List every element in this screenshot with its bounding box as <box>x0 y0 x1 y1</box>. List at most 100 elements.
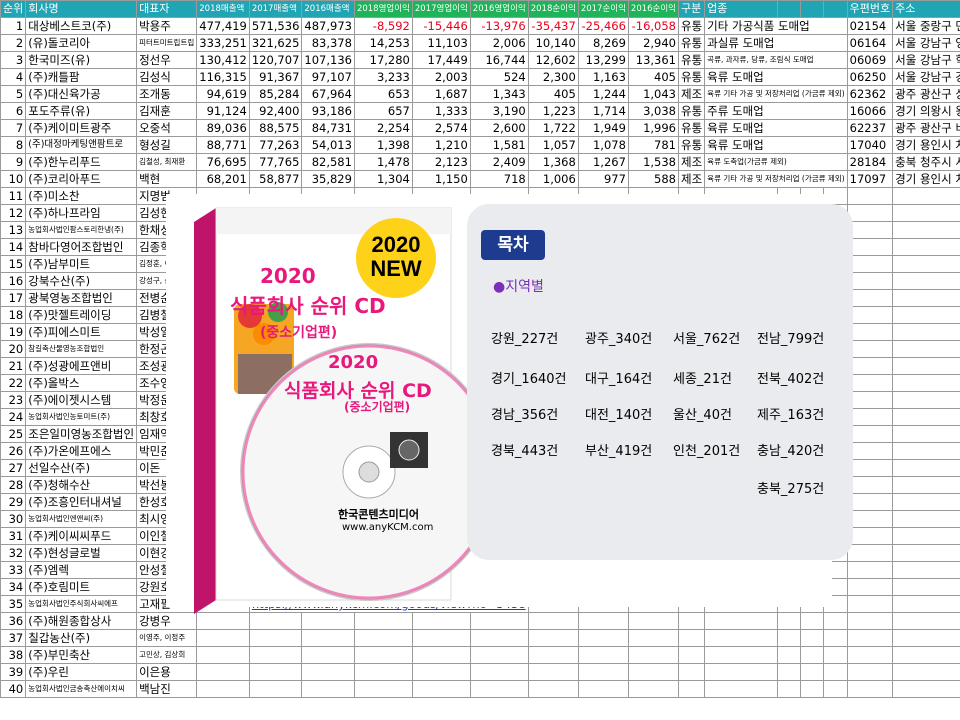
cell-empty[interactable] <box>301 663 355 681</box>
cell-empty[interactable] <box>846 408 894 426</box>
cell-rank[interactable]: 31 <box>0 527 27 545</box>
cell-empty[interactable] <box>892 323 960 341</box>
cell-name[interactable]: (주)청해수산 <box>25 476 138 494</box>
cell-empty[interactable] <box>301 646 355 664</box>
cell-rank[interactable]: 7 <box>0 119 27 137</box>
column-header[interactable]: 대표자 <box>136 0 198 18</box>
cell-rank[interactable]: 8 <box>0 136 27 154</box>
cell-rank[interactable]: 15 <box>0 255 27 273</box>
cell-ceo[interactable]: 정선우 <box>136 51 198 69</box>
cell-empty[interactable] <box>846 663 894 681</box>
cell-empty[interactable] <box>892 272 960 290</box>
cell-n16[interactable]: 1,538 <box>627 153 680 171</box>
cell-empty[interactable] <box>577 663 629 681</box>
cell-empty[interactable] <box>799 646 825 664</box>
cell-s17[interactable]: 77,263 <box>248 136 303 154</box>
cell-empty[interactable] <box>527 646 579 664</box>
cell-name[interactable]: (주)캐틀팜 <box>25 68 138 86</box>
cell-name[interactable]: (주)가온에프에스 <box>25 442 138 460</box>
cell-rank[interactable]: 5 <box>0 85 27 103</box>
cell-empty[interactable] <box>846 255 894 273</box>
cell-empty[interactable] <box>892 357 960 375</box>
cell-empty[interactable] <box>799 680 825 698</box>
cell-rank[interactable]: 17 <box>0 289 27 307</box>
cell-addr[interactable]: 서울 강남구 영 <box>892 34 960 52</box>
cell-empty[interactable] <box>846 629 894 647</box>
cell-empty[interactable] <box>411 646 471 664</box>
cell-name[interactable]: (주)코리아푸드 <box>25 170 138 188</box>
cell-rank[interactable]: 2 <box>0 34 27 52</box>
cell-s16[interactable]: 35,829 <box>301 170 355 188</box>
cell-empty[interactable] <box>196 663 250 681</box>
cell-empty[interactable] <box>627 663 680 681</box>
cell-ceo[interactable]: 고민상, 김상희 <box>136 646 198 664</box>
cell-addr[interactable]: 광주 광산구 비 <box>892 119 960 137</box>
cell-empty[interactable] <box>776 646 801 664</box>
cell-s18[interactable]: 88,771 <box>196 136 250 154</box>
cell-empty[interactable] <box>627 612 680 630</box>
cell-empty[interactable] <box>892 391 960 409</box>
cell-empty[interactable] <box>846 493 894 511</box>
cell-n16[interactable]: -16,058 <box>627 17 680 35</box>
cell-rank[interactable]: 33 <box>0 561 27 579</box>
cell-empty[interactable] <box>892 578 960 596</box>
cell-empty[interactable] <box>823 663 848 681</box>
cell-empty[interactable] <box>469 680 529 698</box>
cell-s17[interactable]: 58,877 <box>248 170 303 188</box>
cell-o16[interactable]: 2,409 <box>469 153 529 171</box>
cell-empty[interactable] <box>846 221 894 239</box>
cell-div[interactable]: 제조 <box>677 153 706 171</box>
cell-div[interactable]: 유통 <box>677 68 706 86</box>
cell-addr[interactable]: 경기 의왕시 왕 <box>892 102 960 120</box>
cell-s18[interactable]: 130,412 <box>196 51 250 69</box>
cell-o17[interactable]: 1,150 <box>411 170 471 188</box>
cell-s18[interactable]: 91,124 <box>196 102 250 120</box>
cell-empty[interactable] <box>799 612 825 630</box>
cell-o18[interactable]: -8,592 <box>353 17 413 35</box>
column-header[interactable]: 순위 <box>0 0 27 18</box>
cell-empty[interactable] <box>892 187 960 205</box>
cell-zip[interactable]: 17040 <box>846 136 894 154</box>
cell-div[interactable]: 유통 <box>677 136 706 154</box>
cell-ceo[interactable]: 박용주 <box>136 17 198 35</box>
cell-s18[interactable]: 477,419 <box>196 17 250 35</box>
cell-s16[interactable]: 67,964 <box>301 85 355 103</box>
cell-empty[interactable] <box>248 680 303 698</box>
cell-empty[interactable] <box>527 629 579 647</box>
cell-name[interactable]: (주)해원종합상사 <box>25 612 138 630</box>
cell-o16[interactable]: 16,744 <box>469 51 529 69</box>
cell-s18[interactable]: 94,619 <box>196 85 250 103</box>
cell-s16[interactable]: 83,378 <box>301 34 355 52</box>
cell-n17[interactable]: 1,267 <box>577 153 629 171</box>
cell-empty[interactable] <box>353 680 413 698</box>
cell-name[interactable]: (주)케이씨씨푸드 <box>25 527 138 545</box>
cell-s17[interactable]: 85,284 <box>248 85 303 103</box>
cell-empty[interactable] <box>892 306 960 324</box>
cell-o17[interactable]: -15,446 <box>411 17 471 35</box>
cell-name[interactable]: (주)대정마케팅앤팜트로 <box>25 136 138 154</box>
cell-empty[interactable] <box>677 680 706 698</box>
cell-n18[interactable]: 2,300 <box>527 68 579 86</box>
cell-empty[interactable] <box>846 391 894 409</box>
cell-zip[interactable]: 06250 <box>846 68 894 86</box>
cell-rank[interactable]: 18 <box>0 306 27 324</box>
cell-empty[interactable] <box>823 646 848 664</box>
cell-empty[interactable] <box>776 663 801 681</box>
cell-name[interactable]: (주)미소찬 <box>25 187 138 205</box>
column-header[interactable]: 회사명 <box>25 0 138 18</box>
cell-rank[interactable]: 24 <box>0 408 27 426</box>
cell-rank[interactable]: 16 <box>0 272 27 290</box>
cell-empty[interactable] <box>846 272 894 290</box>
cell-name[interactable]: 농업회사법인엔앤씨(주) <box>25 510 138 528</box>
cell-rank[interactable]: 3 <box>0 51 27 69</box>
cell-name[interactable]: 참길축산물영농조합법인 <box>25 340 138 358</box>
cell-empty[interactable] <box>892 680 960 698</box>
cell-ind[interactable]: 과실류 도매업 <box>704 34 848 52</box>
cell-empty[interactable] <box>248 663 303 681</box>
cell-addr[interactable]: 서울 중랑구 면 <box>892 17 960 35</box>
cell-zip[interactable]: 06069 <box>846 51 894 69</box>
cell-name[interactable]: (주)대신육가공 <box>25 85 138 103</box>
cell-ind[interactable]: 곡류, 과자류, 당류, 조림식 도매업 <box>704 51 848 69</box>
cell-ceo[interactable]: 형성길 <box>136 136 198 154</box>
cell-empty[interactable] <box>892 612 960 630</box>
